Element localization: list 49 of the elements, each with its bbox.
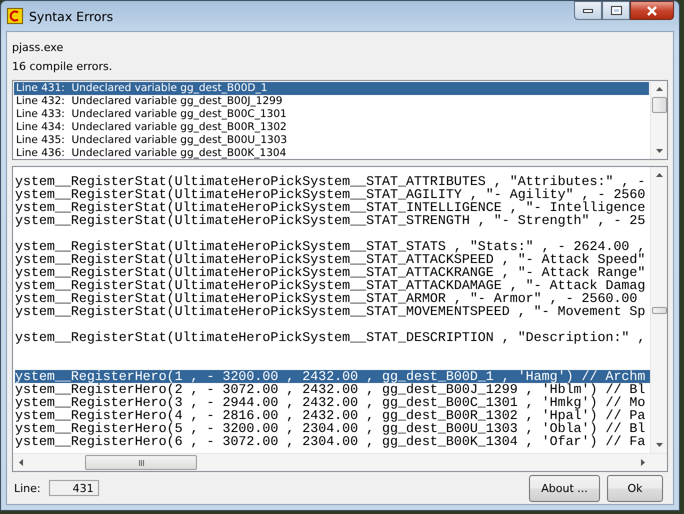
error-count: 16 compile errors.: [12, 59, 114, 75]
down-arrow-icon[interactable]: [656, 443, 662, 447]
error-item[interactable]: Line 436: Undeclared variable gg_dest_B00K_1304: [14, 147, 649, 159]
code-line: ystem__RegisterStat(UltimateHeroPickSystem__STAT_ATTACKSPEED , "- Attack Speed": [15, 253, 646, 266]
minimize-button[interactable]: [574, 1, 602, 20]
about-button[interactable]: About ...: [529, 474, 600, 502]
app-icon: [7, 8, 23, 24]
error-item[interactable]: Line 431: Undeclared variable gg_dest_B00D_1: [14, 82, 649, 95]
up-arrow-icon[interactable]: [656, 173, 662, 177]
close-button[interactable]: [630, 1, 674, 20]
code-line: ystem__RegisterStat(UltimateHeroPickSystem__STAT_INTELLIGENCE , "- Intelligence: [15, 201, 646, 214]
code-line: ystem__RegisterHero(5 , - 3200.00 , 2304.00 , gg_dest_B00U_1303 , 'Obla') // Bl: [15, 422, 646, 435]
code-line: ystem__RegisterStat(UltimateHeroPickSystem__STAT_ATTACKRANGE , "- Attack Range": [15, 266, 646, 279]
close-icon: [646, 6, 658, 16]
error-item[interactable]: Line 432: Undeclared variable gg_dest_B00J_1299: [14, 95, 649, 108]
vertical-scrollbar[interactable]: [650, 81, 667, 159]
scroll-thumb[interactable]: [652, 306, 666, 314]
line-label: Line:: [14, 482, 41, 494]
code-line: ystem__RegisterStat(UltimateHeroPickSystem__STAT_MOVEMENTSPEED , "- Movement Sp: [15, 305, 646, 318]
up-arrow-icon[interactable]: [656, 87, 662, 91]
code-line: ystem__RegisterStat(UltimateHeroPickSystem__STAT_AGILITY , "- Agility" , - 2560: [15, 188, 646, 201]
grip-icon: [138, 460, 144, 466]
maximize-button[interactable]: [602, 1, 630, 20]
code-line: ystem__RegisterStat(UltimateHeroPickSystem__STAT_ATTACKDAMAGE , "- Attack Damag: [15, 279, 646, 292]
error-item[interactable]: Line 434: Undeclared variable gg_dest_B00R_1302: [14, 121, 649, 134]
code-line: ystem__RegisterStat(UltimateHeroPickSystem__STAT_ARMOR , "- Armor" , - 2560.00: [15, 292, 638, 305]
error-item[interactable]: Line 433: Undeclared variable gg_dest_B00C_1301: [14, 108, 649, 121]
ok-button[interactable]: Ok: [607, 474, 663, 502]
code-line: ystem__RegisterHero(2 , - 3072.00 , 2432.00 , gg_dest_B00J_1299 , 'Hblm') // Bl: [15, 383, 646, 396]
minimize-icon: [583, 8, 593, 12]
vertical-scrollbar[interactable]: [650, 167, 667, 453]
maximize-icon: [610, 6, 622, 15]
code-line: ystem__RegisterStat(UltimateHeroPickSystem__STAT_STATS , "Stats:" , - 2624.00 ,: [15, 240, 646, 253]
right-arrow-icon[interactable]: [641, 459, 645, 466]
code-line: ystem__RegisterHero(4 , - 2816.00 , 2432.00 , gg_dest_B00R_1302 , 'Hpal') // Pa: [15, 409, 646, 422]
code-line: ystem__RegisterStat(UltimateHeroPickSystem__STAT_ATTRIBUTES , "Attributes:" , -: [15, 175, 646, 188]
line-field[interactable]: 431: [48, 480, 99, 496]
window-title: Syntax Errors: [29, 8, 114, 24]
code-line: ystem__RegisterStat(UltimateHeroPickSystem__STAT_DESCRIPTION , "Description:" ,: [15, 331, 646, 344]
horizontal-scrollbar[interactable]: [13, 453, 667, 471]
code-line: ystem__RegisterHero(3 , - 2944.00 , 2432.00 , gg_dest_B00C_1301 , 'Hmkg') // Mo: [15, 396, 646, 409]
code-line: ystem__RegisterStat(UltimateHeroPickSystem__STAT_STRENGTH , "- Strength" , - 25: [15, 214, 646, 227]
code-line: ystem__RegisterHero(6 , - 3072.00 , 2304.00 , gg_dest_B00K_1304 , 'Ofar') // Fa: [15, 435, 646, 448]
scroll-thumb[interactable]: [85, 455, 197, 470]
left-arrow-icon[interactable]: [19, 459, 23, 466]
down-arrow-icon[interactable]: [656, 149, 662, 153]
scroll-thumb[interactable]: [652, 97, 666, 113]
error-item[interactable]: Line 435: Undeclared variable gg_dest_B00U_1303: [14, 134, 649, 147]
program-name: pjass.exe: [12, 40, 64, 56]
